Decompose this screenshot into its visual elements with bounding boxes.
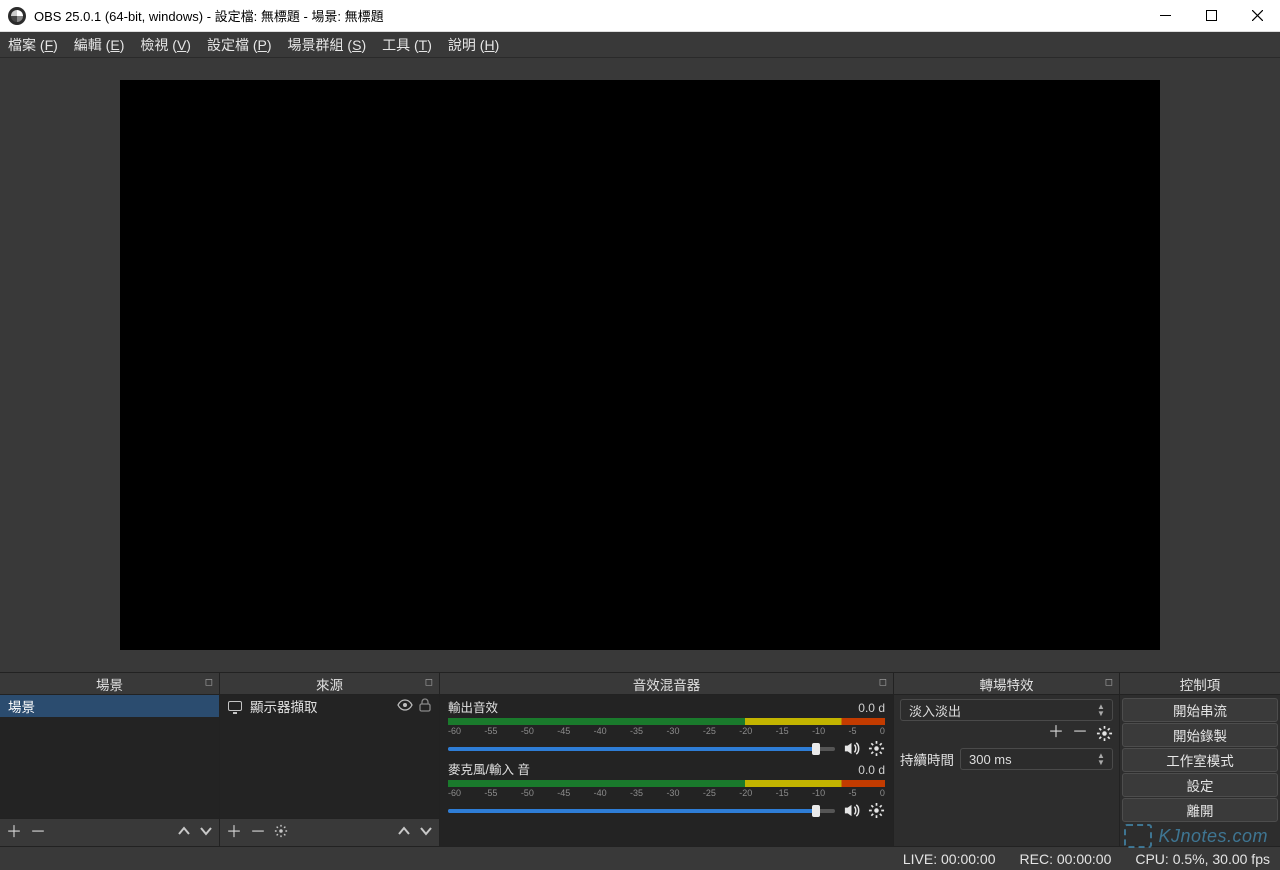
undock-icon[interactable]: ◻ (879, 677, 887, 688)
add-source-button[interactable]: ＋ (226, 825, 242, 841)
add-scene-button[interactable]: ＋ (6, 825, 22, 841)
sources-title: 來源 (316, 674, 343, 694)
status-rec: REC: 00:00:00 (1020, 851, 1112, 867)
menu-tools[interactable]: 工具 (T) (382, 35, 432, 55)
volume-slider[interactable] (448, 747, 835, 751)
transitions-title: 轉場特效 (980, 674, 1034, 694)
maximize-button[interactable] (1188, 0, 1234, 32)
transition-select-value: 淡入淡出 (909, 701, 961, 720)
undock-icon[interactable]: ◻ (425, 677, 433, 688)
audio-meter-ticks: -60-55-50-45-40-35-30-25-20-15-10-50 (448, 788, 885, 800)
menu-profile[interactable]: 設定檔 (P) (207, 35, 272, 55)
controls-title: 控制項 (1180, 674, 1221, 694)
controls-body: 開始串流 開始錄製 工作室模式 設定 離開 (1120, 695, 1280, 846)
scene-item[interactable]: 場景 (0, 695, 219, 717)
mixer-body: 輸出音效 0.0 d -60-55-50-45-40-35-30-25-20-1… (440, 695, 893, 846)
exit-button[interactable]: 離開 (1122, 798, 1278, 822)
menu-scene-collection[interactable]: 場景群組 (S) (288, 35, 367, 55)
channel-settings-icon[interactable] (868, 740, 885, 757)
scenes-toolbar: ＋ － (0, 818, 219, 846)
preview-canvas[interactable] (120, 80, 1160, 650)
undock-icon[interactable]: ◻ (205, 677, 213, 688)
duration-label: 持續時間 (900, 749, 954, 769)
move-scene-up-button[interactable] (177, 824, 191, 842)
preview-area (0, 58, 1280, 672)
scenes-list[interactable]: 場景 (0, 695, 219, 818)
scenes-header[interactable]: 場景 ◻ (0, 673, 219, 695)
source-item-label: 顯示器擷取 (250, 696, 318, 716)
remove-source-button[interactable]: － (250, 825, 266, 841)
remove-scene-button[interactable]: － (30, 825, 46, 841)
remove-transition-button[interactable]: － (1072, 725, 1088, 742)
spinner-updown-icon: ▲▼ (1094, 749, 1108, 769)
source-item[interactable]: 顯示器擷取 (220, 695, 439, 717)
menu-help[interactable]: 說明 (H) (448, 35, 499, 55)
visibility-toggle-icon[interactable] (397, 699, 413, 714)
status-live: LIVE: 00:00:00 (903, 851, 996, 867)
lock-toggle-icon[interactable] (419, 698, 431, 715)
audio-meter (448, 780, 885, 787)
menu-file[interactable]: 檔案 (F) (8, 35, 58, 55)
display-capture-icon (228, 701, 242, 711)
transitions-header[interactable]: 轉場特效 ◻ (894, 673, 1119, 695)
obs-app-icon (8, 7, 26, 25)
channel-settings-icon[interactable] (868, 802, 885, 819)
scenes-dock: 場景 ◻ 場景 ＋ － (0, 673, 220, 846)
sources-toolbar: ＋ － (220, 818, 439, 846)
mixer-channel-db: 0.0 d (858, 701, 885, 715)
sources-dock: 來源 ◻ 顯示器擷取 ＋ － (220, 673, 440, 846)
status-cpu: CPU: 0.5%, 30.00 fps (1135, 851, 1270, 867)
source-properties-button[interactable] (274, 824, 288, 842)
menu-edit[interactable]: 編輯 (E) (74, 35, 125, 55)
mixer-channel: 麥克風/輸入 音 0.0 d -60-55-50-45-40-35-30-25-… (448, 759, 885, 819)
controls-dock: 控制項 開始串流 開始錄製 工作室模式 設定 離開 (1120, 673, 1280, 846)
menubar: 檔案 (F) 編輯 (E) 檢視 (V) 設定檔 (P) 場景群組 (S) 工具… (0, 32, 1280, 58)
mixer-title: 音效混音器 (633, 674, 701, 694)
move-scene-down-button[interactable] (199, 824, 213, 842)
mixer-channel-name: 輸出音效 (448, 697, 498, 716)
add-transition-button[interactable]: ＋ (1048, 725, 1064, 742)
studio-mode-button[interactable]: 工作室模式 (1122, 748, 1278, 772)
scene-item-label: 場景 (8, 696, 35, 716)
audio-meter-ticks: -60-55-50-45-40-35-30-25-20-15-10-50 (448, 726, 885, 738)
transitions-dock: 轉場特效 ◻ 淡入淡出 ▲▼ ＋ － 持續時間 300 ms ▲▼ (894, 673, 1120, 846)
transitions-body: 淡入淡出 ▲▼ ＋ － 持續時間 300 ms ▲▼ (894, 695, 1119, 846)
undock-icon[interactable]: ◻ (1105, 677, 1113, 688)
controls-header[interactable]: 控制項 (1120, 673, 1280, 695)
volume-slider[interactable] (448, 809, 835, 813)
titlebar: OBS 25.0.1 (64-bit, windows) - 設定檔: 無標題 … (0, 0, 1280, 32)
move-source-down-button[interactable] (419, 824, 433, 842)
mixer-channel-db: 0.0 d (858, 763, 885, 777)
menu-view[interactable]: 檢視 (V) (140, 35, 191, 55)
sources-list[interactable]: 顯示器擷取 (220, 695, 439, 818)
mute-button-icon[interactable] (843, 740, 860, 757)
close-button[interactable] (1234, 0, 1280, 32)
statusbar: LIVE: 00:00:00 REC: 00:00:00 CPU: 0.5%, … (0, 846, 1280, 870)
start-recording-button[interactable]: 開始錄製 (1122, 723, 1278, 747)
chevron-updown-icon: ▲▼ (1094, 700, 1108, 720)
duration-value: 300 ms (969, 752, 1012, 767)
transition-select[interactable]: 淡入淡出 ▲▼ (900, 699, 1113, 721)
mixer-channel-name: 麥克風/輸入 音 (448, 759, 530, 778)
transition-settings-icon[interactable] (1096, 725, 1113, 742)
mute-button-icon[interactable] (843, 802, 860, 819)
start-streaming-button[interactable]: 開始串流 (1122, 698, 1278, 722)
sources-header[interactable]: 來源 ◻ (220, 673, 439, 695)
audio-meter (448, 718, 885, 725)
minimize-button[interactable] (1142, 0, 1188, 32)
window-title: OBS 25.0.1 (64-bit, windows) - 設定檔: 無標題 … (34, 6, 1142, 25)
mixer-dock: 音效混音器 ◻ 輸出音效 0.0 d -60-55-50-45-40-35-30… (440, 673, 894, 846)
scenes-title: 場景 (96, 674, 123, 694)
duration-spinner[interactable]: 300 ms ▲▼ (960, 748, 1113, 770)
mixer-header[interactable]: 音效混音器 ◻ (440, 673, 893, 695)
move-source-up-button[interactable] (397, 824, 411, 842)
settings-button[interactable]: 設定 (1122, 773, 1278, 797)
mixer-channel: 輸出音效 0.0 d -60-55-50-45-40-35-30-25-20-1… (448, 697, 885, 757)
